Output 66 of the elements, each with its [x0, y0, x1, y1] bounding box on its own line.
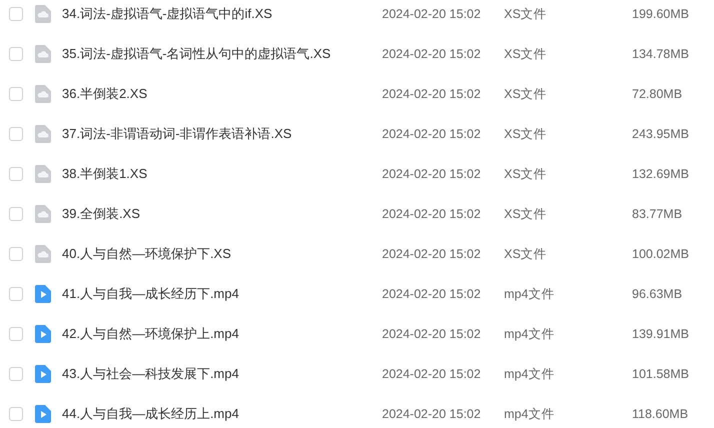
modified-date: 2024-02-20 15:02 [382, 366, 482, 383]
modified-date: 2024-02-20 15:02 [382, 246, 482, 263]
file-type: XS文件 [504, 166, 548, 183]
file-type: XS文件 [504, 206, 548, 223]
modified-date: 2024-02-20 15:02 [382, 46, 482, 63]
cloud-file-icon [35, 205, 51, 223]
checkbox[interactable] [9, 327, 23, 341]
file-size: 96.63MB [632, 286, 682, 303]
cloud-file-icon [35, 165, 51, 183]
file-name[interactable]: 34.词法-虚拟语气-虚拟语气中的if.XS [62, 4, 382, 24]
file-size: 72.80MB [632, 86, 682, 103]
file-name[interactable]: 38.半倒装1.XS [62, 164, 382, 184]
checkbox[interactable] [9, 407, 23, 421]
cloud-file-icon [35, 245, 51, 263]
file-size: 243.95MB [632, 126, 689, 143]
file-name[interactable]: 39.全倒装.XS [62, 204, 382, 224]
file-type: mp4文件 [504, 406, 556, 423]
checkbox[interactable] [9, 247, 23, 261]
checkbox[interactable] [9, 287, 23, 301]
play-file-icon [35, 325, 51, 343]
file-size: 101.58MB [632, 366, 689, 383]
checkbox[interactable] [9, 47, 23, 61]
file-name[interactable]: 42.人与自然—环境保护上.mp4 [62, 324, 382, 344]
file-size: 199.60MB [632, 6, 689, 23]
cloud-file-icon [35, 125, 51, 143]
file-name[interactable]: 44.人与自我—成长经历上.mp4 [62, 404, 382, 424]
checkbox[interactable] [9, 127, 23, 141]
checkbox[interactable] [9, 367, 23, 381]
checkbox[interactable] [9, 167, 23, 181]
checkbox[interactable] [9, 7, 23, 21]
file-type: mp4文件 [504, 286, 556, 303]
checkbox[interactable] [9, 207, 23, 221]
file-size: 118.60MB [632, 406, 688, 423]
modified-date: 2024-02-20 15:02 [382, 406, 482, 423]
modified-date: 2024-02-20 15:02 [382, 286, 482, 303]
play-file-icon [35, 285, 51, 303]
file-type: XS文件 [504, 6, 548, 23]
cloud-file-icon [35, 85, 51, 103]
play-file-icon [35, 365, 51, 383]
modified-date: 2024-02-20 15:02 [382, 166, 482, 183]
file-type: XS文件 [504, 86, 548, 103]
file-type: mp4文件 [504, 326, 556, 343]
file-name[interactable]: 37.词法-非谓语动词-非谓作表语补语.XS [62, 124, 382, 144]
cloud-file-icon [35, 5, 51, 23]
file-name[interactable]: 43.人与社会—科技发展下.mp4 [62, 364, 382, 384]
cloud-file-icon [35, 45, 51, 63]
file-type: mp4文件 [504, 366, 556, 383]
modified-date: 2024-02-20 15:02 [382, 326, 482, 343]
file-size: 134.78MB [632, 46, 689, 63]
file-size: 132.69MB [632, 166, 689, 183]
file-type: XS文件 [504, 46, 548, 63]
file-name[interactable]: 36.半倒装2.XS [62, 84, 382, 104]
file-size: 83.77MB [632, 206, 682, 223]
file-name[interactable]: 35.词法-虚拟语气-名词性从句中的虚拟语气.XS [62, 44, 382, 64]
play-file-icon [35, 405, 51, 423]
modified-date: 2024-02-20 15:02 [382, 6, 482, 23]
file-size: 100.02MB [632, 246, 689, 263]
file-type: XS文件 [504, 126, 548, 143]
file-size: 139.91MB [632, 326, 689, 343]
modified-date: 2024-02-20 15:02 [382, 206, 482, 223]
modified-date: 2024-02-20 15:02 [382, 126, 482, 143]
file-type: XS文件 [504, 246, 548, 263]
modified-date: 2024-02-20 15:02 [382, 86, 482, 103]
file-name[interactable]: 40.人与自然—环境保护下.XS [62, 244, 382, 264]
checkbox[interactable] [9, 87, 23, 101]
file-name[interactable]: 41.人与自我—成长经历下.mp4 [62, 284, 382, 304]
